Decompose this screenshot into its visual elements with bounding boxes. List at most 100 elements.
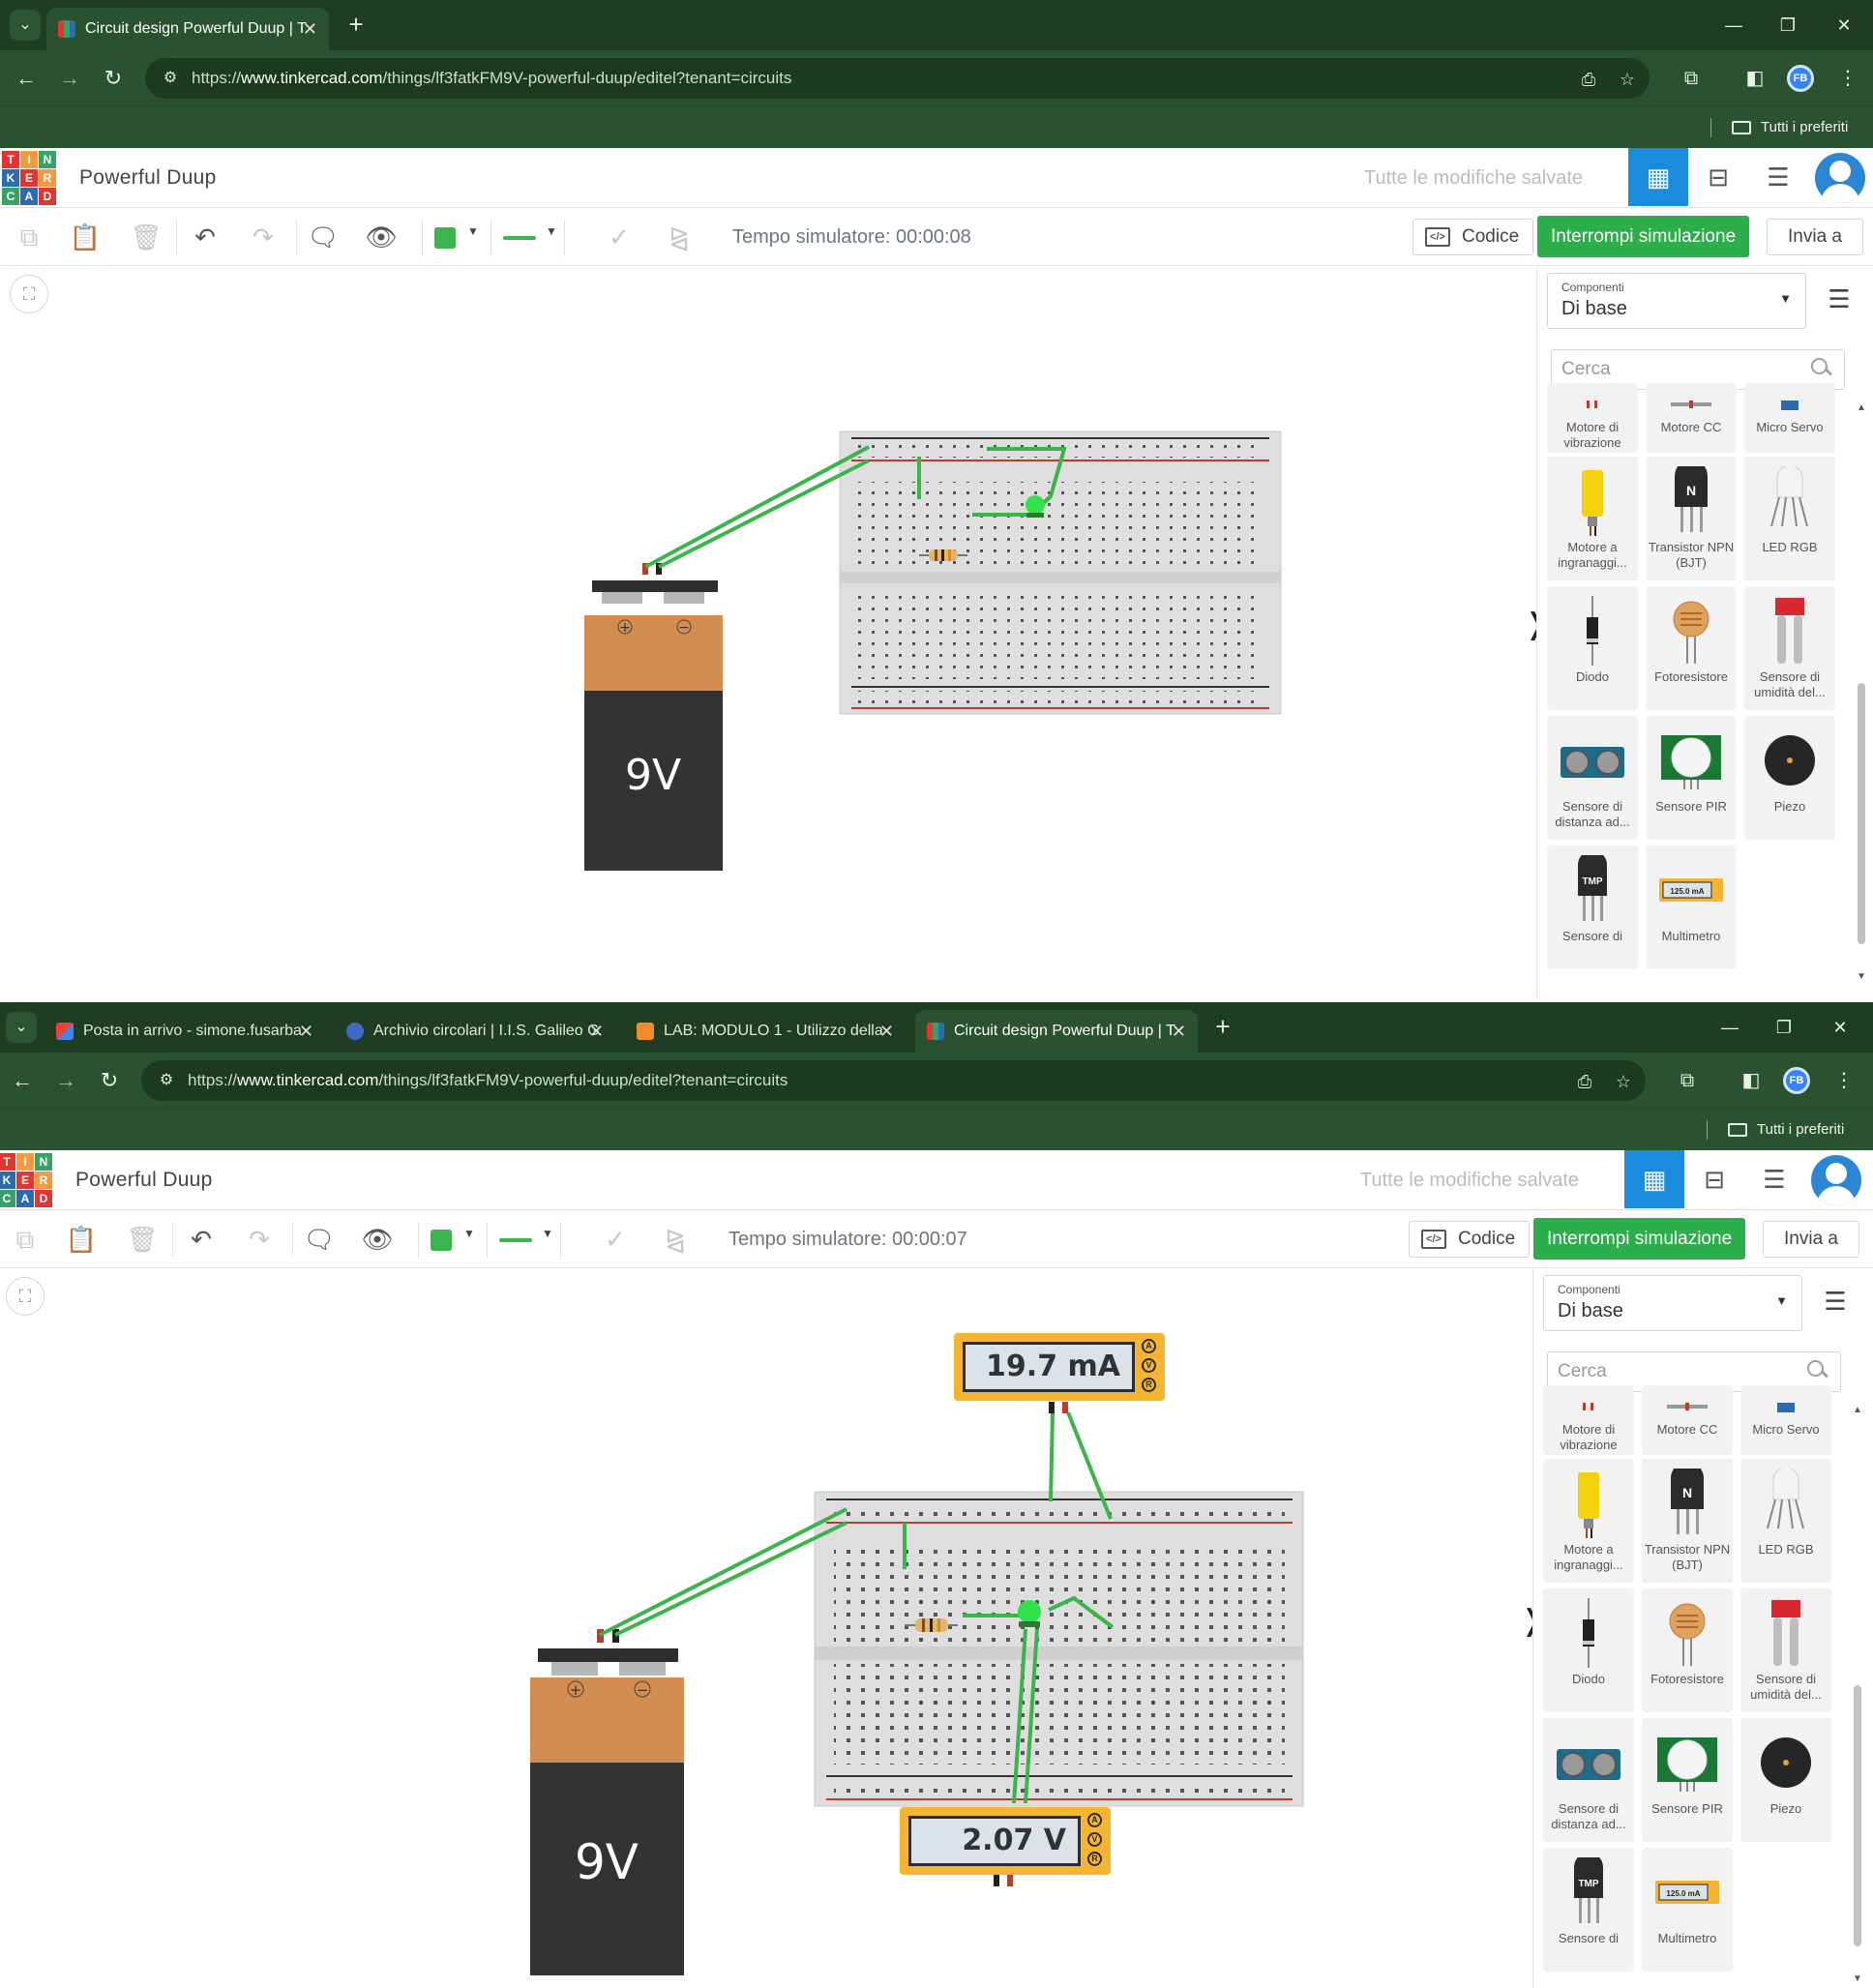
delete-icon[interactable]: 🗑 [123, 1220, 162, 1259]
flip-icon[interactable]: ⧎ [656, 1220, 695, 1259]
component-tile[interactable]: TMP Sensore di [1543, 1848, 1634, 1972]
component-tile[interactable]: Diodo [1543, 1588, 1634, 1712]
component-tile[interactable]: Piezo [1740, 1718, 1831, 1842]
redo-icon[interactable]: ↷ [240, 1220, 279, 1259]
mode-knob-a[interactable]: A [1142, 1339, 1156, 1353]
circuit-view-button[interactable]: ▦ [1628, 148, 1688, 206]
project-title[interactable]: Powerful Duup [75, 1150, 213, 1210]
search-icon[interactable] [1811, 358, 1832, 379]
profile-avatar[interactable]: FB [1787, 65, 1814, 92]
circuit-view-button[interactable]: ▦ [1624, 1150, 1684, 1208]
rotate-icon[interactable]: ✓ [596, 1220, 635, 1259]
bookmark-star-icon[interactable]: ☆ [1611, 1069, 1636, 1094]
rotate-icon[interactable]: ✓ [600, 218, 639, 256]
paste-icon[interactable]: 📋 [66, 218, 104, 256]
user-avatar[interactable] [1815, 153, 1865, 203]
close-icon[interactable]: ✕ [1172, 1010, 1186, 1053]
meter-probe-black[interactable] [1049, 1402, 1055, 1413]
browser-menu-icon[interactable]: ⋮ [1828, 1065, 1859, 1096]
component-tile[interactable]: Fotoresistore [1642, 1588, 1733, 1712]
tab-search-button[interactable]: ⌄ [10, 10, 41, 41]
search-input[interactable] [1558, 1358, 1790, 1385]
component-category-select[interactable]: Componenti Di base ▼ [1547, 273, 1806, 329]
wire-type-picker[interactable]: ▼ [488, 1222, 561, 1259]
meter-probe-red[interactable] [1007, 1875, 1013, 1886]
list-view-icon[interactable]: ☰ [1823, 282, 1856, 315]
panel-scrollbar[interactable]: ▲ ▼ [1851, 1405, 1864, 1985]
component-tile[interactable]: Motore a ingranaggi... [1543, 1459, 1634, 1583]
send-to-button[interactable]: Invia a [1767, 219, 1863, 255]
send-to-button[interactable]: Invia a [1763, 1221, 1859, 1258]
component-tile[interactable]: Sensore PIR [1646, 716, 1737, 840]
color-picker[interactable]: ▼ [418, 1222, 488, 1259]
browser-tab-gmail[interactable]: Posta in arrivo - simone.fusarba ✕ [45, 1010, 325, 1053]
tab-search-button[interactable]: ⌄ [6, 1012, 37, 1043]
led-green[interactable] [1026, 495, 1045, 518]
component-tile[interactable]: 125.0 mA Multimetro [1646, 846, 1737, 969]
code-button[interactable]: </> Codice [1409, 1221, 1531, 1258]
circuit-canvas[interactable]: ⛶ [0, 267, 1536, 998]
browser-tab-active[interactable]: Circuit design Powerful Duup | T ✕ [46, 8, 329, 50]
back-icon[interactable]: ← [6, 1064, 39, 1097]
notes-icon[interactable]: 🗨 [300, 1220, 339, 1259]
copy-icon[interactable]: ⧉ [6, 1220, 45, 1259]
new-tab-button[interactable]: + [341, 10, 372, 41]
schematic-view-button[interactable]: ⊟ [1684, 1150, 1744, 1208]
undo-icon[interactable]: ↶ [182, 1220, 221, 1259]
address-bar[interactable]: ⚙ https://www.tinkercad.com/things/lf3fa… [145, 58, 1650, 99]
back-icon[interactable]: ← [10, 62, 43, 95]
breadboard[interactable] [814, 1491, 1304, 1807]
mode-knob-a[interactable]: A [1087, 1813, 1102, 1827]
site-info-icon[interactable]: ⚙ [159, 67, 182, 90]
copy-icon[interactable]: ⧉ [10, 218, 48, 256]
component-tile[interactable]: Sensore di umidità del... [1740, 1588, 1831, 1712]
redo-icon[interactable]: ↷ [244, 218, 282, 256]
stop-simulation-button[interactable]: Interrompi simulazione [1533, 1218, 1746, 1260]
url-text[interactable]: https://www.tinkercad.com/things/lf3fatk… [192, 58, 791, 99]
circuit-canvas[interactable]: ⛶ [0, 1269, 1536, 1988]
reload-icon[interactable]: ↻ [93, 1064, 126, 1097]
browser-tab-lab[interactable]: LAB: MODULO 1 - Utilizzo della ✕ [625, 1010, 906, 1053]
address-bar[interactable]: ⚙ https://www.tinkercad.com/things/lf3fa… [141, 1060, 1646, 1101]
browser-tab-active[interactable]: Circuit design Powerful Duup | T ✕ [915, 1010, 1198, 1053]
new-tab-button[interactable]: + [1207, 1012, 1238, 1043]
mode-knob-r[interactable]: R [1142, 1378, 1156, 1392]
component-tile[interactable]: TMP Sensore di [1547, 846, 1638, 969]
led-green[interactable] [1018, 1600, 1041, 1627]
notes-icon[interactable]: 🗨 [304, 218, 342, 256]
component-list-view-button[interactable]: ☰ [1748, 148, 1808, 206]
all-bookmarks-button[interactable]: Tutti i preferiti [1728, 1109, 1844, 1151]
meter-probe-black[interactable] [994, 1875, 999, 1886]
component-category-select[interactable]: Componenti Di base ▼ [1543, 1275, 1802, 1331]
site-info-icon[interactable]: ⚙ [155, 1069, 178, 1092]
search-icon[interactable] [1807, 1360, 1828, 1381]
window-close-icon[interactable]: ✕ [1825, 8, 1863, 43]
restore-icon[interactable]: ❐ [1765, 1010, 1803, 1045]
component-tile[interactable]: N Transistor NPN (BJT) [1646, 457, 1737, 580]
panel-scrollbar[interactable]: ▲ ▼ [1855, 402, 1868, 983]
window-close-icon[interactable]: ✕ [1821, 1010, 1859, 1045]
component-tile[interactable]: Motore di vibrazione [1547, 383, 1638, 453]
component-tile[interactable]: LED RGB [1740, 1459, 1831, 1583]
user-avatar[interactable] [1811, 1155, 1861, 1205]
list-view-icon[interactable]: ☰ [1819, 1285, 1852, 1318]
wire-type-picker[interactable]: ▼ [491, 220, 565, 256]
bookmark-star-icon[interactable]: ☆ [1615, 67, 1640, 92]
undo-icon[interactable]: ↶ [186, 218, 224, 256]
extensions-icon[interactable]: ⧉ [1672, 1065, 1703, 1096]
color-picker[interactable]: ▼ [422, 220, 491, 256]
minimize-icon[interactable]: — [1714, 8, 1753, 43]
component-tile[interactable]: Sensore di distanza ad... [1547, 716, 1638, 840]
tinkercad-logo[interactable]: T I N K E R C A D [0, 1153, 52, 1207]
close-icon[interactable]: ✕ [879, 1010, 894, 1053]
panel-collapse-icon[interactable]: ❭ [1524, 606, 1536, 644]
close-icon[interactable]: ✕ [299, 1010, 313, 1053]
component-tile[interactable]: Piezo [1744, 716, 1835, 840]
component-tile[interactable]: Motore CC [1646, 383, 1737, 453]
flip-icon[interactable]: ⧎ [660, 218, 699, 256]
battery-9v[interactable]: + − [530, 1629, 684, 1975]
forward-icon[interactable]: → [53, 62, 86, 95]
tinkercad-logo[interactable]: T I N K E R C A D [2, 151, 56, 205]
install-app-icon[interactable]: ⎙ [1576, 67, 1601, 92]
breadboard[interactable] [839, 430, 1282, 715]
